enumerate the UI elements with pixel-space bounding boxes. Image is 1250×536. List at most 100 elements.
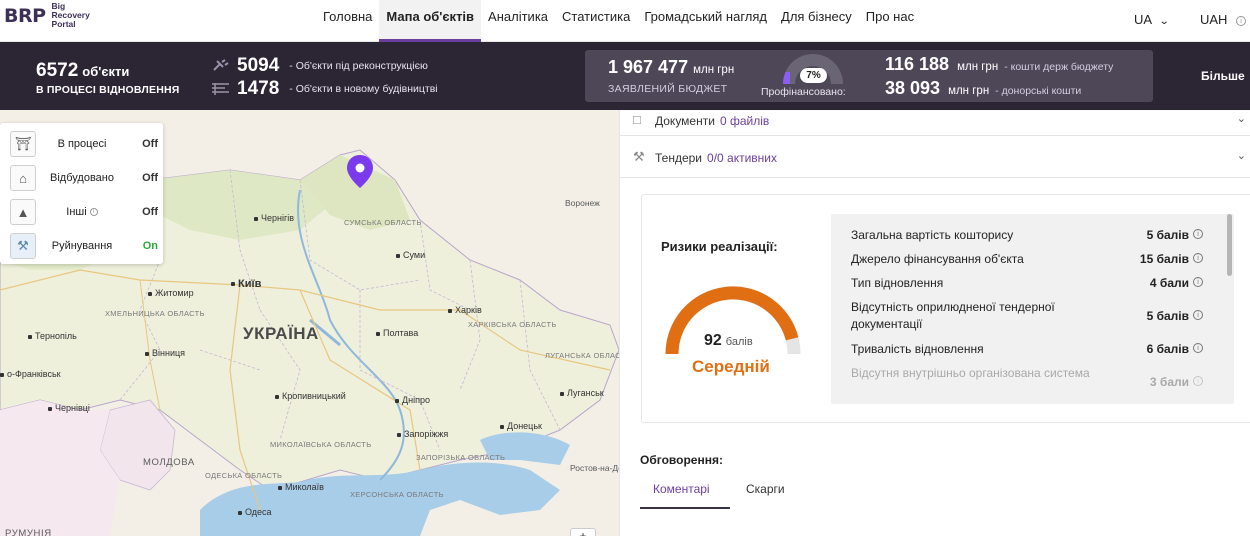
destroyed-building-icon: ⚒: [10, 233, 36, 259]
map-region-khmelnytskyi: ХМЕЛЬНИЦЬКА ОБЛАСТЬ: [105, 309, 205, 318]
logo[interactable]: BRP Big Recovery Portal: [4, 2, 90, 29]
tab-comments[interactable]: Коментарі: [653, 482, 710, 496]
map-city-odesa: Одеса: [238, 507, 272, 517]
active-tab-indicator: [640, 507, 730, 509]
map-city-poltava: Полтава: [376, 328, 418, 338]
nav-analytics[interactable]: Аналітика: [481, 0, 555, 42]
map-region-luhansk: ЛУГАНСЬКА ОБЛАСТЬ: [545, 351, 619, 360]
tree-icon: ▲: [10, 199, 36, 225]
logo-mark: BRP: [4, 4, 46, 27]
info-icon[interactable]: i: [1193, 343, 1203, 353]
top-navigation: BRP Big Recovery Portal Головна Мапа об'…: [0, 0, 1250, 42]
house-icon: ⌂: [10, 165, 36, 191]
new-construction-stat: 1478 - Об'єкти в новому будівництві: [211, 78, 438, 100]
object-detail-panel: □ Документи 0 файлів ⌄ ⚒ Тендери 0/0 актив…: [619, 110, 1250, 536]
map-zoom-in-button[interactable]: +: [570, 528, 596, 536]
risk-item: Джерело фінансування об'єкта 15 балів i: [851, 251, 1205, 268]
legend-rebuilt[interactable]: ⌂ Відбудовано Off: [8, 165, 158, 193]
info-icon[interactable]: i: [1193, 277, 1203, 287]
info-icon[interactable]: i: [1193, 310, 1203, 320]
toggle-in-progress[interactable]: Off: [142, 138, 158, 150]
nav-home[interactable]: Головна: [316, 0, 379, 42]
risk-score: 92 балів: [704, 332, 753, 349]
map-city-zhytomyr: Житомир: [148, 288, 194, 298]
declared-budget: 1 967 477 млн грн ЗАЯВЛЕНИЙ БЮДЖЕТ: [608, 57, 735, 95]
state-budget-stat: 116 188 млн грн - кошти держ бюджету: [885, 54, 1114, 74]
building-crane-icon: ⛩: [10, 131, 36, 157]
info-icon[interactable]: i: [1236, 15, 1247, 26]
map-region-mykolaiv: МИКОЛАЇВСЬКА ОБЛАСТЬ: [270, 440, 372, 449]
map-city-ternopil: Тернопіль: [28, 331, 77, 341]
document-icon: □: [633, 112, 641, 127]
currency-select[interactable]: UAH i: [1200, 12, 1247, 27]
chevron-down-icon: ⌄: [1236, 150, 1246, 162]
risk-item: Відсутня внутрішньо організована система…: [851, 365, 1205, 389]
map-city-kharkiv: Харків: [448, 305, 482, 315]
risk-card: Ризики реалізації: 92 балів Середній Зага…: [641, 194, 1250, 423]
map-region-zaporizhzhia: ЗАПОРІЗЬКА ОБЛАСТЬ: [416, 453, 506, 462]
risk-title: Ризики реалізації:: [661, 239, 778, 254]
chevron-down-icon: ⌄: [1158, 16, 1170, 27]
info-icon[interactable]: i: [1193, 253, 1203, 263]
map-label-romania: РУМУНІЯ: [5, 528, 52, 536]
map-city-kyiv: Київ: [231, 278, 261, 290]
blueprint-icon: [212, 83, 229, 95]
main-nav: Головна Мапа об'єктів Аналітика Статисти…: [316, 0, 921, 42]
gavel-icon: ⚒: [633, 149, 645, 164]
total-objects-stat: 6572 об'єкти В ПРОЦЕСІ ВІДНОВЛЕННЯ: [36, 60, 180, 96]
risk-item: Тип відновлення 4 бали i: [851, 275, 1205, 292]
info-icon[interactable]: i: [1193, 376, 1203, 386]
legend-destruction[interactable]: ⚒ Руйнування On: [8, 233, 158, 261]
chevron-down-icon: ⌄: [1236, 113, 1246, 125]
map-city-luhansk: Луганськ: [560, 388, 604, 398]
map-city-voronezh: Воронеж: [565, 198, 600, 208]
risk-item: Тривалість відновлення 6 балів i: [851, 341, 1205, 358]
map-label-moldova: МОЛДОВА: [143, 457, 195, 468]
documents-accordion[interactable]: □ Документи 0 файлів ⌄: [620, 94, 1250, 136]
map-label-country: УКРАЇНА: [243, 324, 319, 343]
map-region-kharkiv: ХАРКІВСЬКА ОБЛАСТЬ: [468, 320, 557, 329]
tab-complaints[interactable]: Скарги: [746, 482, 785, 496]
map-region-sumy: СУМСЬКА ОБЛАСТЬ: [344, 218, 422, 227]
map-city-dnipro: Дніпро: [395, 395, 430, 405]
more-button[interactable]: Більше: [1201, 69, 1245, 83]
map-city-rostov: Ростов-на-Дону: [570, 463, 619, 473]
language-select[interactable]: UA ⌄: [1134, 12, 1170, 27]
toggle-other[interactable]: Off: [142, 206, 158, 218]
legend-other[interactable]: ▲ Інші i Off: [8, 199, 158, 227]
risk-item: Відсутність оприлюдненої тендерної докум…: [851, 299, 1205, 333]
map-city-vinnytsia: Вінниця: [145, 348, 185, 358]
info-icon[interactable]: i: [89, 208, 98, 217]
map-city-chernivtsi: Чернівці: [48, 403, 90, 413]
map-region-kherson: ХЕРСОНСЬКА ОБЛАСТЬ: [350, 490, 444, 499]
risk-level: Середній: [692, 357, 770, 376]
map-city-zaporizhzhia: Запоріжжя: [397, 429, 448, 439]
info-icon[interactable]: i: [1193, 229, 1203, 239]
comments-title: Обговорення:: [640, 453, 723, 467]
map-city-sumy: Суми: [396, 250, 425, 260]
nav-statistics[interactable]: Статистика: [555, 0, 637, 42]
legend-in-progress[interactable]: ⛩ В процесі Off: [8, 131, 158, 159]
map-region-odesa: ОДЕСЬКА ОБЛАСТЬ: [205, 471, 283, 480]
financed-fill: [783, 72, 790, 84]
map-city-kropyvnytskyi: Кропивницький: [275, 391, 346, 401]
satellite-icon: [213, 59, 229, 71]
map-city-donetsk: Донецьк: [500, 421, 542, 431]
map-city-chernihiv: Чернігів: [254, 213, 294, 223]
map-city-mykolaiv: Миколаїв: [278, 482, 324, 492]
risk-item: Загальна вартість кошторису 5 балів i: [851, 227, 1205, 244]
tenders-accordion[interactable]: ⚒ Тендери 0/0 активних ⌄: [620, 136, 1250, 178]
reconstruction-stat: 5094 - Об'єкти під реконструкцією: [211, 55, 428, 77]
nav-business[interactable]: Для бізнесу: [774, 0, 859, 42]
risk-list-scrollbar[interactable]: [1227, 214, 1232, 276]
toggle-destruction[interactable]: On: [143, 240, 158, 252]
risk-factors-list[interactable]: Загальна вартість кошторису 5 балів i Дж…: [831, 214, 1234, 404]
map-city-ivano-frankivsk: о-Франківськ: [0, 369, 61, 379]
logo-text: Big Recovery Portal: [51, 1, 90, 29]
nav-map[interactable]: Мапа об'єктів: [379, 0, 482, 42]
nav-public-oversight[interactable]: Громадський нагляд: [637, 0, 774, 42]
nav-about[interactable]: Про нас: [859, 0, 921, 42]
toggle-rebuilt[interactable]: Off: [142, 172, 158, 184]
map-layer-legend: ⛩ В процесі Off ⌂ Відбудовано Off ▲ Інші…: [0, 123, 163, 264]
financed-percent: 7%: [800, 68, 827, 83]
